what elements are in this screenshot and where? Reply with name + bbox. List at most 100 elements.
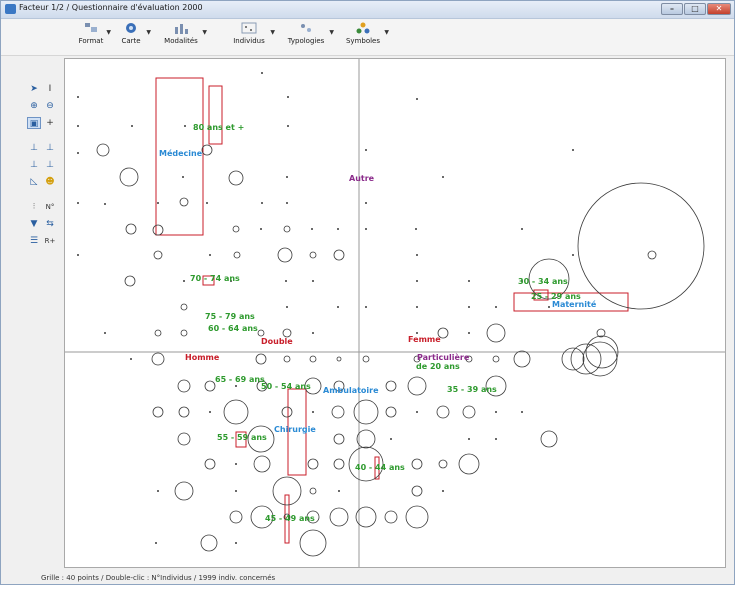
point-marker[interactable] <box>182 176 184 178</box>
modality-label[interactable]: Autre <box>349 174 375 183</box>
point-marker[interactable] <box>647 250 657 260</box>
point-marker[interactable] <box>177 432 191 446</box>
point-marker[interactable] <box>405 505 429 529</box>
point-marker[interactable] <box>229 510 243 524</box>
point-marker[interactable] <box>365 149 367 151</box>
point-marker[interactable] <box>331 405 345 419</box>
point-marker[interactable] <box>385 406 397 418</box>
point-marker[interactable] <box>153 250 163 260</box>
point-marker[interactable] <box>183 280 185 282</box>
point-marker[interactable] <box>286 176 288 178</box>
modality-label[interactable]: 50 - 54 ans <box>261 382 311 391</box>
modality-label[interactable]: Chirurgie <box>274 425 316 434</box>
modality-label[interactable]: 35 - 39 ans <box>447 385 497 394</box>
point-marker[interactable] <box>206 202 208 204</box>
angle-tool-icon[interactable]: ◺ <box>27 176 41 188</box>
point-marker[interactable] <box>223 399 249 425</box>
point-marker[interactable] <box>468 332 470 334</box>
modality-label[interactable]: 45 - 49 ans <box>265 514 315 523</box>
point-marker[interactable] <box>353 399 379 425</box>
point-marker[interactable] <box>125 223 137 235</box>
point-marker[interactable] <box>180 303 188 311</box>
point-marker[interactable] <box>77 152 79 154</box>
point-marker[interactable] <box>77 202 79 204</box>
toolbar-modalites-button[interactable]: Modalités ▼ <box>161 21 207 45</box>
point-marker[interactable] <box>365 306 367 308</box>
point-marker[interactable] <box>157 202 159 204</box>
point-marker[interactable] <box>174 481 194 501</box>
crosshair-tool-icon[interactable]: + <box>43 117 57 129</box>
point-marker[interactable] <box>468 306 470 308</box>
point-marker[interactable] <box>415 228 417 230</box>
point-marker[interactable] <box>486 323 506 343</box>
modality-label[interactable]: Maternité <box>552 299 597 309</box>
point-marker[interactable] <box>495 411 497 413</box>
toolbar-format-button[interactable]: Format ▼ <box>77 21 111 45</box>
point-marker[interactable] <box>77 96 79 98</box>
point-marker[interactable] <box>572 254 574 256</box>
point-marker[interactable] <box>577 182 705 310</box>
point-marker[interactable] <box>152 406 164 418</box>
point-marker[interactable] <box>384 510 398 524</box>
modality-label[interactable]: 70 - 74 ans <box>190 274 240 283</box>
point-marker[interactable] <box>178 406 190 418</box>
point-marker[interactable] <box>260 228 262 230</box>
point-marker[interactable] <box>285 280 287 282</box>
point-marker[interactable] <box>548 306 550 308</box>
point-marker[interactable] <box>155 542 157 544</box>
point-marker[interactable] <box>177 379 191 393</box>
point-marker[interactable] <box>436 405 450 419</box>
toolbar-symboles-button[interactable]: Symboles ▼ <box>343 21 389 45</box>
point-marker[interactable] <box>356 429 376 449</box>
link-tool-icon[interactable]: ⇆ <box>43 218 57 230</box>
point-marker[interactable] <box>281 406 293 418</box>
point-marker[interactable] <box>492 355 500 363</box>
point-marker[interactable] <box>312 280 314 282</box>
point-marker[interactable] <box>157 490 159 492</box>
point-marker[interactable] <box>521 411 523 413</box>
point-marker[interactable] <box>411 485 423 497</box>
point-marker[interactable] <box>235 542 237 544</box>
modality-label[interactable]: Médecine <box>159 148 203 158</box>
point-marker[interactable] <box>495 306 497 308</box>
point-marker[interactable] <box>130 358 132 360</box>
point-marker[interactable] <box>337 228 339 230</box>
close-button[interactable]: ✕ <box>707 3 731 15</box>
point-marker[interactable] <box>253 455 271 473</box>
modality-label[interactable]: Particulière <box>417 352 470 362</box>
axis-flat-tool-icon[interactable]: ⊥ <box>43 159 57 171</box>
point-marker[interactable] <box>232 225 240 233</box>
point-marker[interactable] <box>200 534 218 552</box>
modality-label[interactable]: 65 - 69 ans <box>215 375 265 384</box>
point-marker[interactable] <box>77 254 79 256</box>
point-marker[interactable] <box>365 228 367 230</box>
factor-map-canvas[interactable]: 80 ans et + Médecine Autre 70 - 74 ans 30 - … <box>64 58 726 568</box>
point-marker[interactable] <box>385 380 397 392</box>
point-marker[interactable] <box>261 202 263 204</box>
grid-tool-icon[interactable]: ☰ <box>27 235 41 247</box>
modality-label[interactable]: de 20 ans <box>416 362 460 371</box>
point-marker[interactable] <box>416 332 418 334</box>
pointer-tool-icon[interactable]: ➤ <box>27 83 41 95</box>
toolbar-individus-button[interactable]: Individus ▼ <box>229 21 275 45</box>
point-marker[interactable] <box>77 125 79 127</box>
point-marker[interactable] <box>204 458 216 470</box>
point-marker[interactable] <box>104 203 106 205</box>
text-cursor-tool-icon[interactable]: I <box>43 83 57 95</box>
point-marker[interactable] <box>209 411 211 413</box>
zoom-out-tool-icon[interactable]: ⊖ <box>43 100 57 112</box>
point-marker[interactable] <box>540 430 558 448</box>
minimize-button[interactable]: – <box>661 3 683 15</box>
point-marker[interactable] <box>309 487 317 495</box>
point-marker[interactable] <box>442 176 444 178</box>
point-marker[interactable] <box>311 228 313 230</box>
point-marker[interactable] <box>277 247 293 263</box>
point-marker[interactable] <box>407 376 427 396</box>
point-marker[interactable] <box>235 463 237 465</box>
point-marker[interactable] <box>283 225 291 233</box>
point-marker[interactable] <box>131 125 133 127</box>
modality-label[interactable]: 60 - 64 ans <box>208 324 258 333</box>
point-marker[interactable] <box>257 329 265 337</box>
point-marker[interactable] <box>468 438 470 440</box>
filter-tool-icon[interactable]: ▼ <box>27 218 41 230</box>
